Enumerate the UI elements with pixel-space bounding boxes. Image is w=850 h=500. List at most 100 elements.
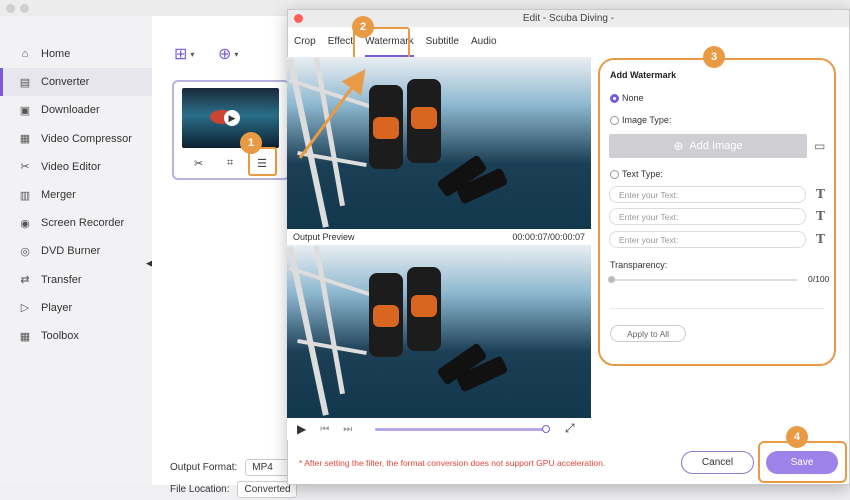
radio-none[interactable]: None: [610, 93, 644, 103]
output-preview-header: Output Preview 00:00:07/00:00:07: [287, 229, 591, 245]
transparency-slider[interactable]: [608, 276, 797, 283]
apply-to-all-button[interactable]: Apply to All: [610, 325, 686, 342]
radio-image-dot[interactable]: [610, 115, 619, 125]
chevron-down-icon: ▾: [234, 49, 239, 59]
playback-controls: ▶ ⏮ ⏭ ⤢: [287, 418, 591, 440]
output-preview-label: Output Preview: [293, 232, 355, 242]
text-style-icon[interactable]: T: [816, 187, 825, 201]
timecode: 00:00:07/00:00:07: [512, 232, 585, 242]
callout-badge-4: 4: [786, 426, 808, 448]
add-image-label: Add Image: [689, 140, 743, 152]
callout-badge-1: 1: [240, 132, 262, 154]
add-media-button[interactable]: ⊕ ▾: [218, 44, 250, 64]
gpu-warning-note: * After setting the filter, the format c…: [299, 458, 606, 468]
compressor-icon: ▦: [19, 133, 31, 146]
watermark-panel-title: Add Watermark: [610, 70, 677, 80]
trim-icon[interactable]: ✂: [194, 157, 203, 170]
sidebar-item-converter[interactable]: ▤ Converter: [0, 68, 152, 97]
source-video-preview: [287, 57, 591, 229]
watermark-text-input-3[interactable]: Enter your Text:: [609, 231, 806, 248]
sidebar-item-video-compressor[interactable]: ▦ Video Compressor: [0, 125, 152, 153]
dvd-icon: ◎: [20, 245, 30, 258]
toolbox-icon: ▦: [19, 330, 31, 343]
merger-icon: ▥: [19, 189, 31, 202]
playback-progress-bar[interactable]: [375, 425, 550, 433]
add-file-button[interactable]: ⊞ ▾: [174, 44, 206, 64]
output-video-preview: [287, 245, 591, 418]
watermark-text-input-2[interactable]: Enter your Text:: [609, 208, 806, 225]
sidebar-item-screen-recorder[interactable]: ◉ Screen Recorder: [0, 209, 152, 237]
transparency-value: 0/100: [808, 274, 830, 284]
radio-text-dot[interactable]: [610, 169, 619, 179]
downloader-icon: ▣: [19, 104, 31, 117]
crop-icon[interactable]: ⌗: [227, 157, 233, 170]
file-location-label: File Location:: [170, 483, 230, 495]
chevron-down-icon: ▾: [190, 49, 195, 59]
sidebar-item-dvd-burner[interactable]: ◎ DVD Burner: [0, 237, 152, 265]
add-media-icon: ⊕: [218, 46, 232, 63]
next-frame-icon[interactable]: ⏭: [343, 424, 352, 435]
plus-circle-icon: ⊕: [673, 139, 684, 153]
sidebar-item-toolbox[interactable]: ▦ Toolbox: [0, 322, 152, 350]
sidebar-item-label: Converter: [41, 76, 90, 89]
sidebar-item-label: Toolbox: [41, 330, 79, 342]
video-editor-icon: ✂: [20, 161, 30, 174]
sidebar-item-merger[interactable]: ▥ Merger: [0, 181, 152, 209]
app-window: ⌂ Home ▤ Converter ▣ Downloader ▦ Video Compres…: [0, 0, 850, 498]
radio-text-type[interactable]: Text Type:: [610, 169, 663, 179]
home-icon: ⌂: [21, 48, 29, 60]
window-close-button[interactable]: [6, 4, 15, 13]
radio-none-dot[interactable]: [610, 93, 619, 103]
sidebar-item-label: Downloader: [41, 104, 100, 117]
sidebar-item-label: Video Compressor: [41, 132, 132, 145]
sidebar: ⌂ Home ▤ Converter ▣ Downloader ▦ Video Compres…: [0, 16, 152, 485]
add-image-button[interactable]: ⊕ Add Image: [609, 134, 807, 158]
window-minimize-button[interactable]: [20, 4, 29, 13]
tab-crop[interactable]: Crop: [294, 27, 316, 57]
text-style-icon[interactable]: T: [816, 232, 825, 246]
radio-text-label: Text Type:: [622, 169, 663, 179]
sidebar-item-label: Player: [41, 301, 73, 314]
sidebar-item-downloader[interactable]: ▣ Downloader: [0, 96, 152, 124]
add-file-icon: ⊞: [174, 46, 188, 63]
watermark-panel: Add Watermark None Image Type: ⊕ Add Imag…: [598, 58, 836, 366]
screen-recorder-icon: ◉: [20, 217, 30, 230]
sidebar-item-player[interactable]: ▷ Player: [0, 294, 152, 322]
sidebar-item-label: Screen Recorder: [41, 217, 125, 230]
output-format-label: Output Format:: [170, 461, 238, 473]
radio-image-type[interactable]: Image Type:: [610, 115, 671, 125]
sidebar-item-label: Video Editor: [41, 160, 101, 173]
sidebar-item-video-editor[interactable]: ✂ Video Editor: [0, 153, 152, 181]
converter-icon: ▤: [19, 76, 31, 89]
cancel-button[interactable]: Cancel: [681, 451, 754, 474]
tab-audio[interactable]: Audio: [471, 27, 497, 57]
video-thumbnail[interactable]: ▶: [182, 88, 279, 148]
sidebar-item-label: DVD Burner: [41, 245, 101, 258]
folder-icon[interactable]: ▭: [814, 139, 825, 153]
sidebar-item-label: Transfer: [41, 273, 82, 286]
play-icon[interactable]: ▶: [224, 110, 240, 126]
tab-subtitle[interactable]: Subtitle: [426, 27, 459, 57]
sidebar-item-transfer[interactable]: ⇄ Transfer: [0, 266, 152, 294]
output-settings: Output Format: MP4 File Location: Converte…: [170, 456, 306, 500]
transparency-label: Transparency:: [610, 260, 668, 270]
fullscreen-icon[interactable]: ⤢: [565, 421, 575, 436]
transparency-slider-handle[interactable]: [608, 276, 615, 283]
play-button-icon[interactable]: ▶: [297, 422, 306, 436]
player-icon: ▷: [20, 302, 30, 315]
progress-handle[interactable]: [542, 425, 550, 433]
radio-image-label: Image Type:: [622, 115, 672, 125]
tab-effect[interactable]: Effect: [328, 27, 353, 57]
text-style-icon[interactable]: T: [816, 209, 825, 223]
radio-none-label: None: [622, 93, 644, 103]
dialog-close-button[interactable]: [294, 14, 303, 23]
callout-badge-3: 3: [703, 46, 725, 68]
sidebar-item-home[interactable]: ⌂ Home: [0, 40, 152, 68]
sidebar-item-label: Home: [41, 48, 71, 60]
sidebar-item-label: Merger: [41, 189, 76, 201]
save-button[interactable]: Save: [766, 451, 838, 474]
divider: [610, 308, 824, 309]
watermark-text-input-1[interactable]: Enter your Text:: [609, 186, 806, 203]
transfer-icon: ⇄: [20, 274, 30, 287]
previous-frame-icon[interactable]: ⏮: [320, 424, 329, 435]
